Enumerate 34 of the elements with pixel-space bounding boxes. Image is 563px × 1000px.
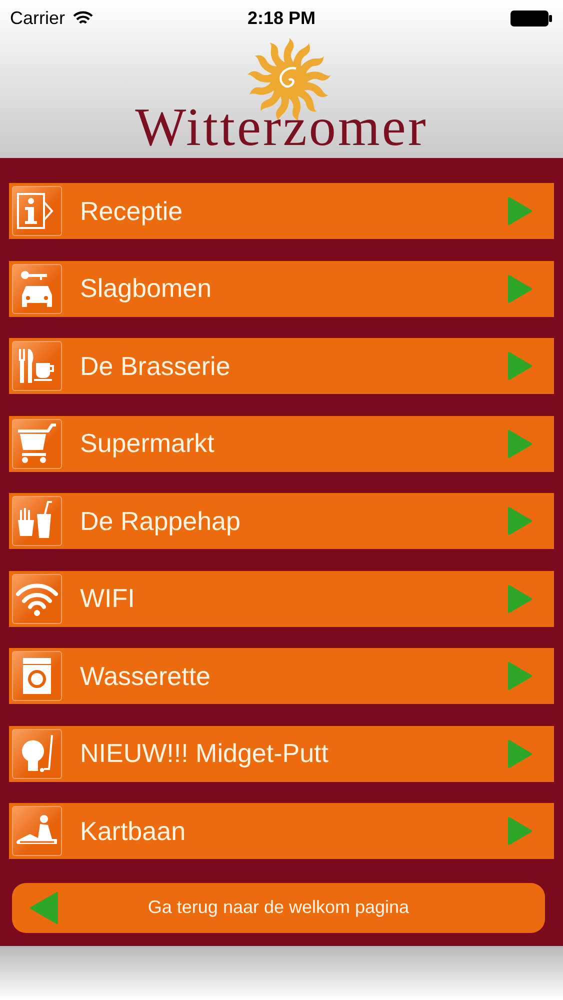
play-arrow-icon	[507, 428, 533, 458]
washing-machine-icon	[12, 651, 62, 701]
info-icon	[12, 186, 62, 236]
menu-item[interactable]: Receptie	[9, 183, 554, 239]
play-arrow-icon	[507, 738, 533, 768]
wifi-icon	[12, 574, 62, 624]
play-arrow-icon	[507, 661, 533, 691]
play-arrow-icon	[507, 351, 533, 381]
play-arrow-icon	[507, 584, 533, 614]
logo-text: Witterzomer	[135, 100, 428, 154]
mini-golf-icon	[12, 728, 62, 778]
back-button[interactable]: Ga terug naar de welkom pagina	[12, 882, 545, 932]
play-arrow-icon	[507, 816, 533, 846]
car-key-icon	[12, 264, 62, 314]
go-kart-icon	[12, 806, 62, 856]
cutlery-cup-icon	[12, 341, 62, 391]
shopping-cart-icon	[12, 418, 62, 468]
fries-drink-icon	[12, 496, 62, 546]
menu-item[interactable]: Wasserette	[9, 648, 554, 704]
menu-item[interactable]: Kartbaan	[9, 803, 554, 859]
play-arrow-icon	[507, 274, 533, 304]
play-arrow-icon	[507, 196, 533, 226]
clock-time: 2:18 PM	[247, 8, 316, 28]
menu-item[interactable]: WIFI	[9, 570, 554, 626]
menu-item[interactable]: Supermarkt	[9, 416, 554, 472]
play-arrow-icon	[507, 506, 533, 536]
menu-item[interactable]: Slagbomen	[9, 260, 554, 316]
menu-item[interactable]: De Brasserie	[9, 338, 554, 394]
wifi-signal-icon	[73, 10, 94, 26]
battery-icon	[510, 10, 553, 26]
menu-item[interactable]: De Rappehap	[9, 493, 554, 549]
menu-item[interactable]: NIEUW!!! Midget-Putt	[9, 726, 554, 782]
back-arrow-icon	[29, 890, 59, 924]
carrier-label: Carrier	[10, 8, 66, 28]
